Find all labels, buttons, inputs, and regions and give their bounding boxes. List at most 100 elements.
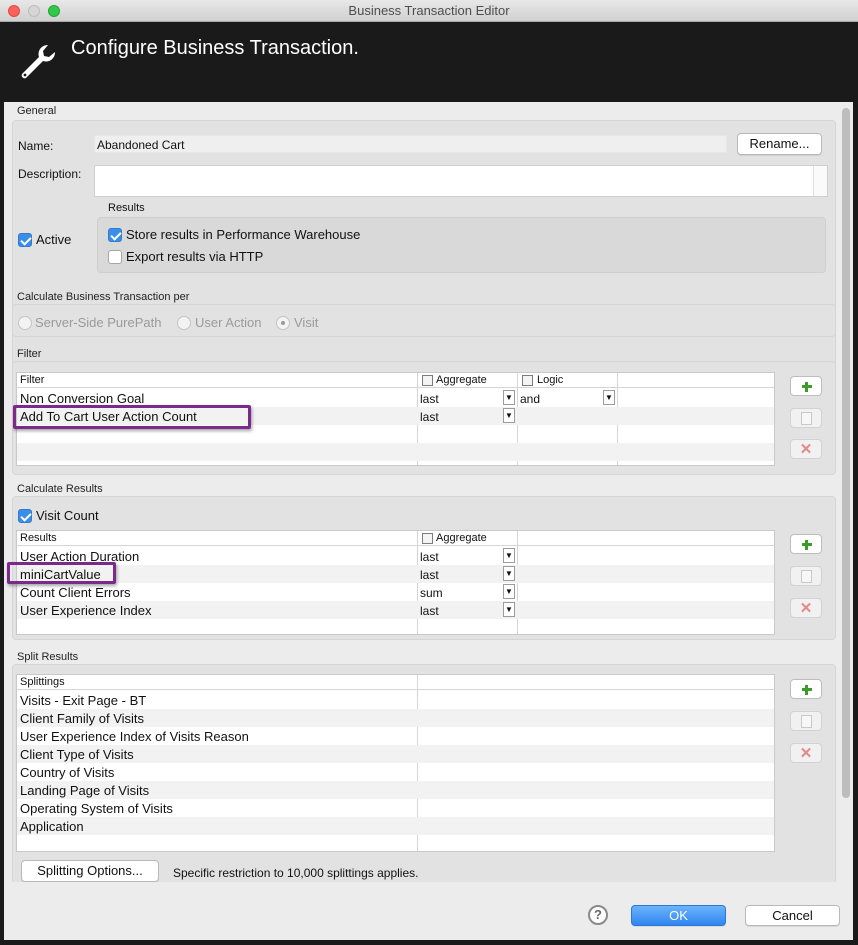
table-row[interactable]: Non Conversion Goal last ▼ and ▼	[17, 389, 774, 407]
dialog-heading: Configure Business Transaction.	[71, 37, 359, 59]
visit-count-label: Visit Count	[36, 508, 99, 523]
add-result-button[interactable]	[790, 534, 822, 554]
export-results-checkbox[interactable]	[108, 250, 122, 264]
radio-server-side-purepath[interactable]	[18, 316, 32, 330]
filter-section-label: Filter	[17, 348, 42, 360]
dialog-content: General Name: Abandoned Cart Rename... D…	[4, 102, 853, 940]
description-label: Description:	[18, 167, 82, 181]
aggregate-column-header[interactable]: Aggregate	[436, 532, 487, 544]
logic-value: and	[520, 392, 541, 406]
description-field[interactable]	[94, 165, 828, 197]
logic-dropdown[interactable]: ▼	[603, 390, 615, 405]
rename-button[interactable]: Rename...	[737, 133, 822, 155]
aggregate-dropdown[interactable]: ▼	[503, 548, 515, 563]
logic-column-icon	[522, 375, 533, 386]
aggregate-value: last	[420, 410, 439, 424]
general-group: Name: Abandoned Cart Rename... Descripti…	[12, 120, 836, 380]
table-row[interactable]: Operating System of Visits	[17, 799, 774, 817]
aggregate-dropdown[interactable]: ▼	[503, 566, 515, 581]
aggregate-dropdown[interactable]: ▼	[503, 390, 515, 405]
aggregate-value: last	[420, 392, 439, 406]
splitting-name: Landing Page of Visits	[20, 783, 150, 798]
name-value: Abandoned Cart	[97, 138, 185, 152]
calculate-per-section-label: Calculate Business Transaction per	[17, 291, 190, 303]
filter-table-header: Filter Aggregate Logic	[17, 373, 774, 388]
general-section-label: General	[17, 105, 57, 117]
aggregate-dropdown[interactable]: ▼	[503, 584, 515, 599]
aggregate-dropdown[interactable]: ▼	[503, 602, 515, 617]
table-row[interactable]: Add To Cart User Action Count last ▼	[17, 407, 774, 425]
table-row[interactable]: User Experience Index last ▼	[17, 601, 774, 619]
splittings-table-header: Splittings	[17, 675, 774, 690]
table-row[interactable]: User Experience Index of Visits Reason	[17, 727, 774, 745]
table-row[interactable]: Count Client Errors sum ▼	[17, 583, 774, 601]
dialog-header: Configure Business Transaction.	[0, 22, 858, 102]
active-label: Active	[36, 232, 72, 247]
results-column-header[interactable]: Results	[20, 532, 57, 544]
dialog-window: Business Transaction Editor Configure Bu…	[0, 0, 858, 945]
aggregate-column-header[interactable]: Aggregate	[436, 374, 487, 386]
title-bar: Business Transaction Editor	[0, 0, 858, 22]
splittings-table: Splittings Visits - Exit Page - BT Clien…	[16, 674, 775, 852]
splitting-options-button[interactable]: Splitting Options...	[21, 860, 159, 882]
dialog-footer: ? OK Cancel	[4, 882, 853, 940]
delete-icon: ✕	[799, 600, 813, 617]
user-action-label: User Action	[195, 315, 262, 330]
delete-filter-button[interactable]: ✕	[790, 439, 822, 459]
add-filter-button[interactable]	[790, 376, 822, 396]
filter-column-header[interactable]: Filter	[20, 374, 44, 386]
filter-name: Non Conversion Goal	[20, 391, 145, 406]
add-splitting-button[interactable]	[790, 679, 822, 699]
splitting-name: Country of Visits	[20, 765, 115, 780]
edit-icon	[801, 570, 812, 583]
aggregate-value: sum	[420, 586, 443, 600]
server-side-purepath-label: Server-Side PurePath	[35, 315, 162, 330]
table-row[interactable]: Landing Page of Visits	[17, 781, 774, 799]
visit-count-checkbox[interactable]	[18, 509, 32, 523]
results-table-header: Results Aggregate	[17, 531, 774, 546]
window-title: Business Transaction Editor	[348, 3, 510, 18]
cancel-button[interactable]: Cancel	[745, 905, 840, 926]
help-icon[interactable]: ?	[588, 905, 608, 925]
ok-button[interactable]: OK	[631, 905, 726, 926]
splitting-name: Operating System of Visits	[20, 801, 173, 816]
table-row	[17, 443, 774, 461]
table-row[interactable]: User Action Duration last ▼	[17, 547, 774, 565]
vertical-scrollbar[interactable]	[842, 108, 850, 798]
filter-table: Filter Aggregate Logic Non Conversion Go…	[16, 372, 775, 466]
table-row[interactable]: Country of Visits	[17, 763, 774, 781]
delete-splitting-button[interactable]: ✕	[790, 743, 822, 763]
splitting-name: Application	[20, 819, 84, 834]
table-row[interactable]: Client Family of Visits	[17, 709, 774, 727]
aggregate-dropdown[interactable]: ▼	[503, 408, 515, 423]
table-row[interactable]: Visits - Exit Page - BT	[17, 691, 774, 709]
logic-column-header[interactable]: Logic	[537, 374, 563, 386]
store-results-checkbox[interactable]	[108, 228, 122, 242]
delete-icon: ✕	[799, 441, 813, 458]
splittings-column-header[interactable]: Splittings	[20, 676, 65, 688]
edit-icon	[801, 715, 812, 728]
edit-result-button[interactable]	[790, 566, 822, 586]
edit-splitting-button[interactable]	[790, 711, 822, 731]
filter-group: Filter Aggregate Logic Non Conversion Go…	[12, 361, 836, 475]
table-row[interactable]: Application	[17, 817, 774, 835]
radio-visit[interactable]	[276, 316, 290, 330]
visit-label: Visit	[294, 315, 319, 330]
aggregate-column-icon	[422, 375, 433, 386]
edit-icon	[801, 412, 812, 425]
delete-icon: ✕	[799, 745, 813, 762]
delete-result-button[interactable]: ✕	[790, 598, 822, 618]
result-name: User Experience Index	[20, 603, 152, 618]
calculate-results-group: Visit Count Results Aggregate User Actio…	[12, 496, 836, 640]
name-field: Abandoned Cart	[94, 135, 727, 153]
active-checkbox[interactable]	[18, 233, 32, 247]
radio-user-action[interactable]	[177, 316, 191, 330]
aggregate-value: last	[420, 604, 439, 618]
table-row[interactable]: miniCartValue last ▼	[17, 565, 774, 583]
description-scrollbar[interactable]	[813, 166, 827, 196]
results-options-group: Store results in Performance Warehouse E…	[97, 217, 826, 273]
splitting-name: Client Family of Visits	[20, 711, 145, 726]
table-row[interactable]: Client Type of Visits	[17, 745, 774, 763]
edit-filter-button[interactable]	[790, 408, 822, 428]
result-name: Count Client Errors	[20, 585, 131, 600]
